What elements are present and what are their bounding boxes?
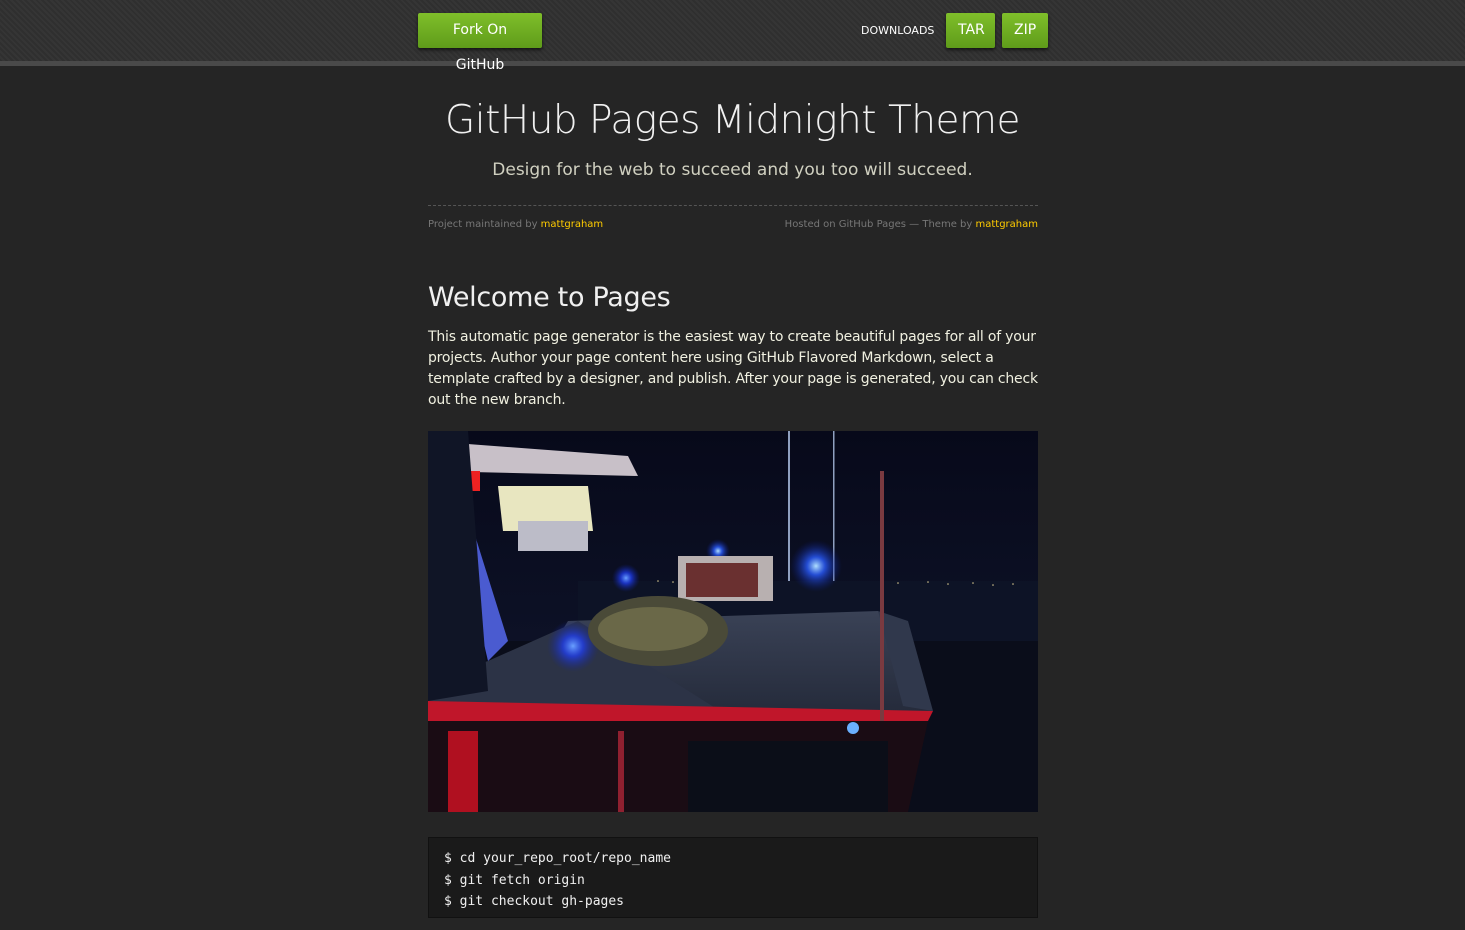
boat-night-photo — [428, 431, 1038, 812]
maintainer-link[interactable]: mattgraham — [541, 219, 604, 230]
section-heading: Welcome to Pages — [428, 282, 671, 313]
download-zip-button[interactable]: ZIP — [1002, 13, 1048, 48]
page-subtitle: Design for the web to succeed and you to… — [492, 160, 973, 180]
header-divider — [428, 205, 1038, 206]
theme-author-link[interactable]: mattgraham — [975, 219, 1038, 230]
download-tar-button[interactable]: TAR — [946, 13, 995, 48]
maintainer-credit-label: Project maintained by — [428, 219, 541, 230]
intro-paragraph: This automatic page generator is the eas… — [428, 329, 1038, 408]
page-title: GitHub Pages Midnight Theme — [445, 98, 1020, 143]
hosting-credit-label: Hosted on GitHub Pages — Theme by — [784, 219, 976, 230]
code-line: $ cd your_repo_root/repo_name — [444, 851, 671, 866]
code-line: $ git fetch origin — [444, 872, 585, 888]
top-navigation-bar: Fork On GitHub DOWNLOADS TAR ZIP — [0, 0, 1465, 73]
code-block: $ cd your_repo_root/repo_name $ git fetc… — [428, 837, 1038, 918]
boat-night-photo-illustration — [428, 431, 1038, 812]
hosting-credit: Hosted on GitHub Pages — Theme by mattgr… — [760, 219, 1038, 230]
code-line: $ git checkout gh-pages — [444, 894, 625, 909]
maintainer-credit: Project maintained by mattgraham — [428, 219, 603, 230]
downloads-label: DOWNLOADS — [861, 24, 935, 37]
fork-on-github-button[interactable]: Fork On GitHub — [418, 13, 542, 73]
